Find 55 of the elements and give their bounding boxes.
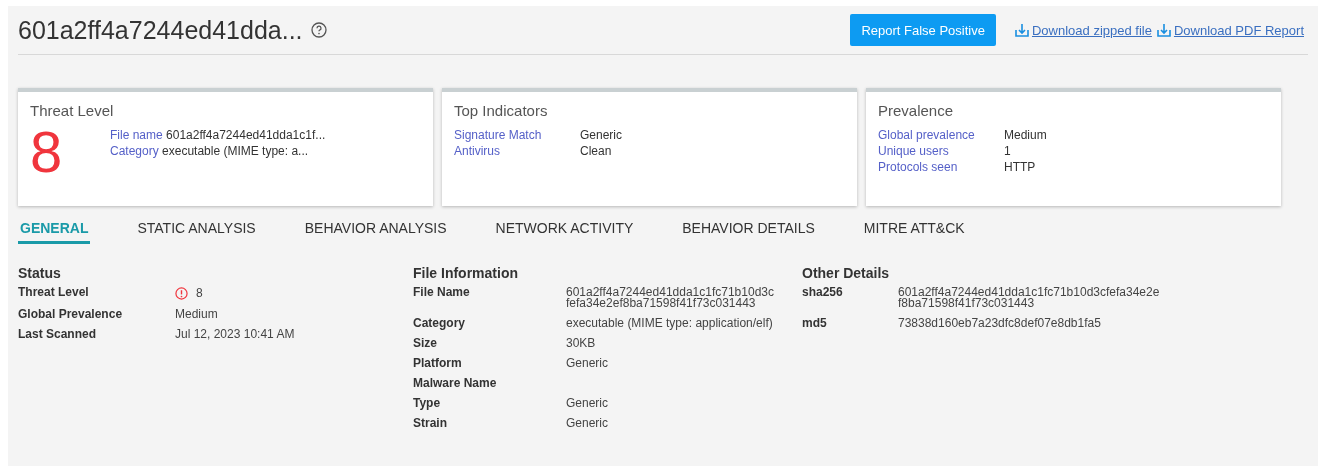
- field-value: Clean: [580, 143, 613, 159]
- download-link[interactable]: Download zipped file: [1013, 22, 1152, 38]
- download-link[interactable]: Download PDF Report: [1155, 22, 1304, 38]
- tab[interactable]: BEHAVIOR ANALYSIS: [302, 218, 449, 244]
- detail-value: Generic: [566, 398, 609, 409]
- detail-label: Global Prevalence: [18, 309, 124, 320]
- tab[interactable]: BEHAVIOR DETAILS: [680, 218, 817, 244]
- card-title: Top Indicators: [454, 102, 549, 119]
- field-label: Signature Match: [454, 127, 543, 143]
- field-label: Category: [110, 144, 159, 158]
- detail-value: Generic: [566, 418, 609, 429]
- detail-value: 30KB: [566, 338, 596, 349]
- section-title: File Information: [413, 265, 519, 281]
- field-value: Medium: [1004, 127, 1048, 143]
- field-value: HTTP: [1004, 159, 1037, 175]
- section-title: Status: [18, 265, 62, 281]
- section-title: Other Details: [802, 265, 891, 281]
- detail-label: md5: [802, 318, 828, 329]
- detail-label: Size: [413, 338, 438, 349]
- detail-label: sha256: [802, 287, 844, 301]
- page-title: 601a2ff4a7244ed41dda...: [18, 15, 303, 45]
- detail-label: Malware Name: [413, 378, 498, 389]
- detail-label: Type: [413, 398, 442, 409]
- detail-label: Category: [413, 318, 466, 329]
- field-label: Protocols seen: [878, 159, 959, 175]
- card-title: Threat Level: [30, 102, 115, 119]
- detail-value: 601a2ff4a7244ed41dda1c1fc71b10d3c fefa34e2ef8ba71598f41f73c031443: [566, 287, 774, 309]
- detail-value: Medium: [175, 309, 218, 320]
- help-icon[interactable]: [310, 22, 327, 38]
- detail-label: Threat Level: [18, 287, 90, 300]
- field-label: Unique users: [878, 143, 950, 159]
- detail-label: Last Scanned: [18, 329, 98, 340]
- detail-value: executable (MIME type: application/elf): [566, 318, 773, 329]
- download-icon: [1155, 22, 1172, 38]
- detail-value: Generic: [566, 358, 609, 369]
- detail-value: 73838d160eb7a23dfc8def07e8db1fa5: [898, 318, 1101, 329]
- threat-score: 8: [30, 127, 64, 177]
- tab[interactable]: NETWORK ACTIVITY: [493, 218, 636, 244]
- card-title: Prevalence: [878, 102, 955, 119]
- field-value: executable (MIME type: a...: [162, 144, 309, 158]
- detail-label: Strain: [413, 418, 448, 429]
- detail-value: Jul 12, 2023 10:41 AM: [175, 329, 295, 340]
- field-label: Global prevalence: [878, 127, 976, 143]
- detail-label: Platform: [413, 358, 463, 369]
- detail-value: 8: [196, 288, 203, 299]
- field-label: File name: [110, 128, 163, 142]
- field-value: 601a2ff4a7244ed41dda1c1f...: [166, 128, 326, 142]
- field-label: Antivirus: [454, 143, 501, 159]
- download-icon: [1013, 22, 1030, 38]
- detail-value: 601a2ff4a7244ed41dda1c1fc71b10d3cfefa34e2e f8ba71598f41f73c031443: [898, 287, 1160, 309]
- detail-label: File Name: [413, 287, 471, 301]
- field-value: 1: [1004, 143, 1012, 159]
- tab[interactable]: STATIC ANALYSIS: [135, 218, 258, 244]
- field-value: Generic: [580, 127, 624, 143]
- tab[interactable]: MITRE ATT&CK: [861, 218, 967, 244]
